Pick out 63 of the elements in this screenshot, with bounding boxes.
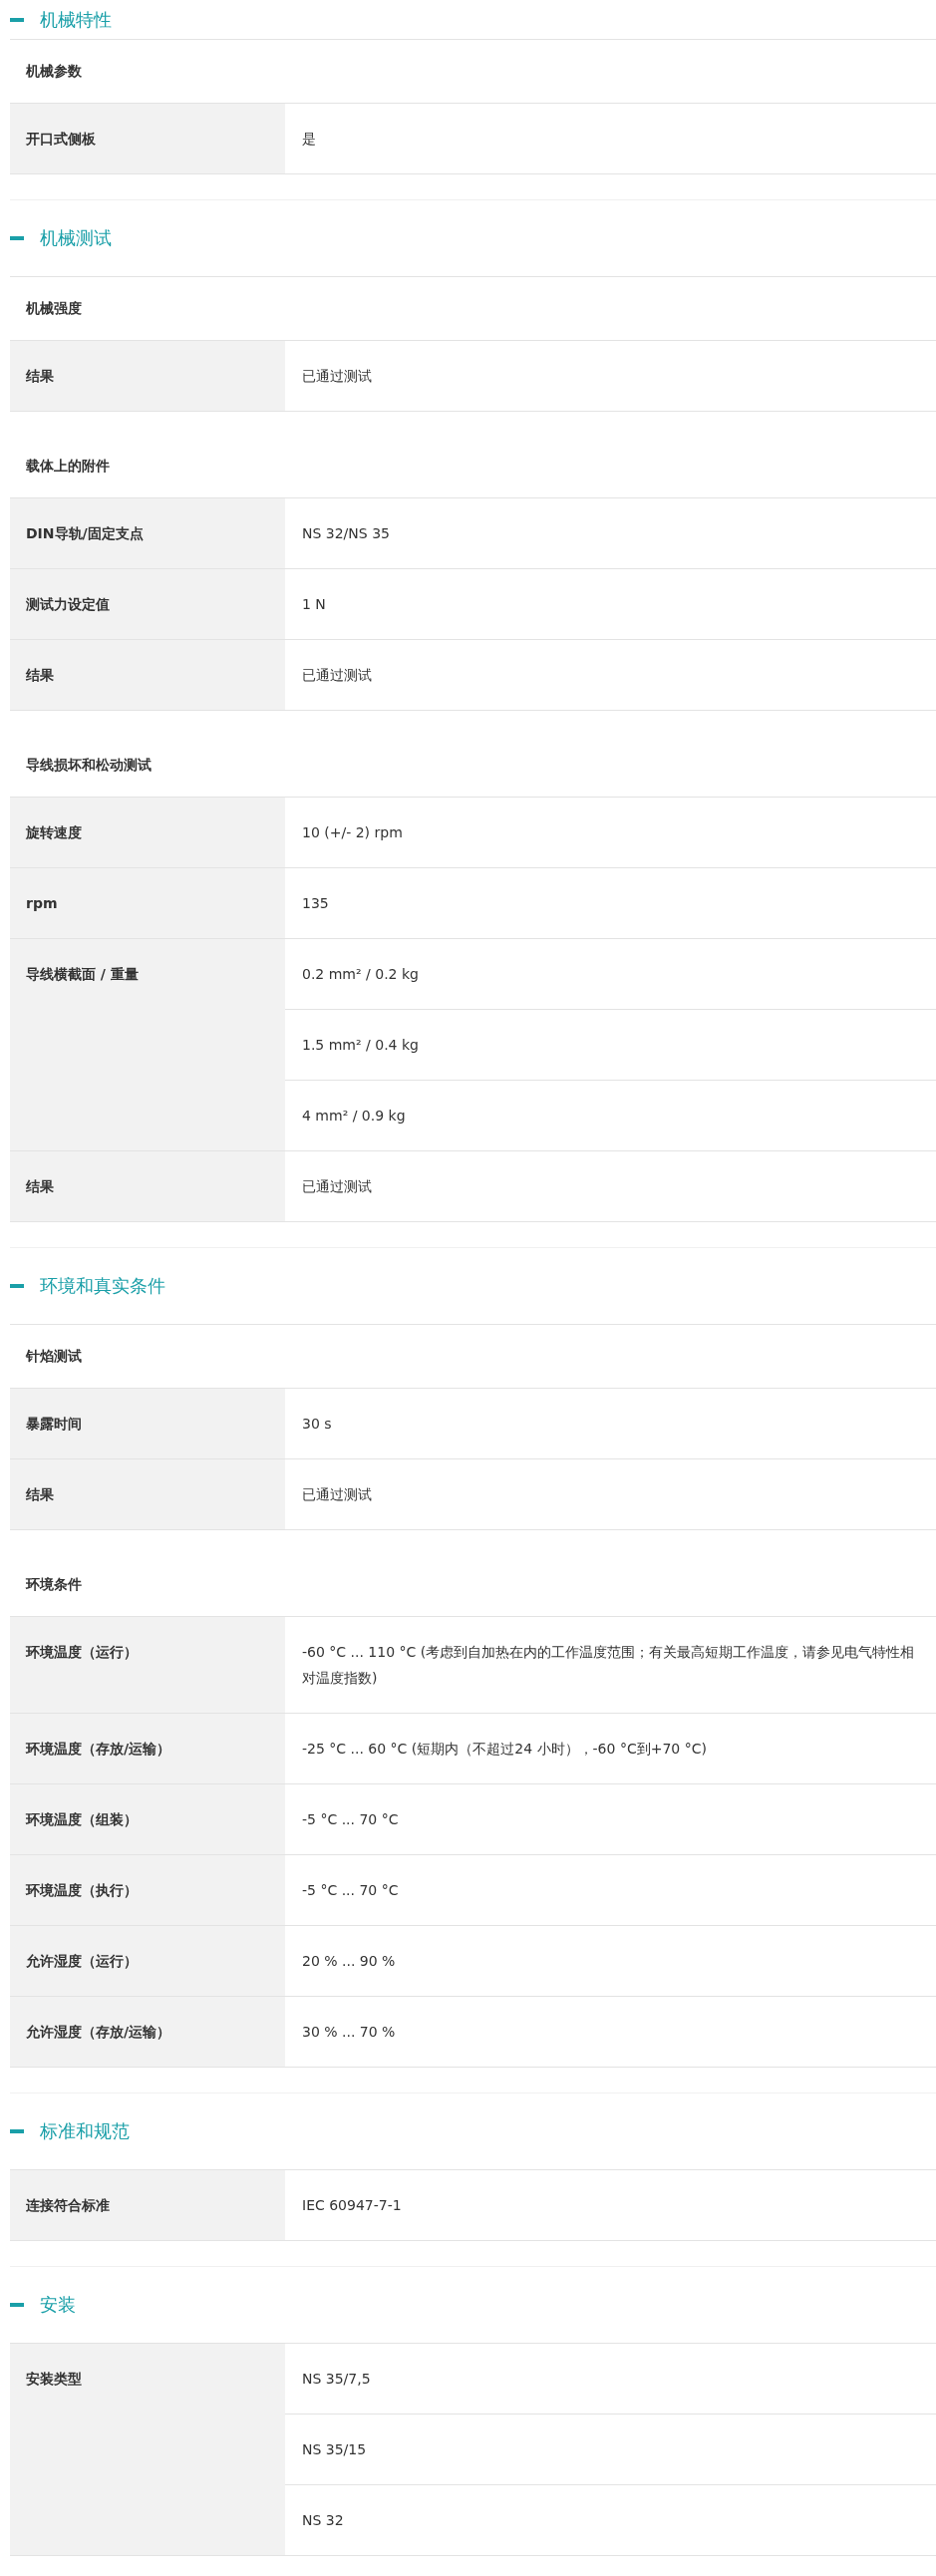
collapse-toggle[interactable]	[10, 17, 24, 22]
label-cell: 环境温度（运行）	[10, 1617, 285, 1713]
label-cell: 测试力设定值	[10, 569, 285, 639]
value-cell-text: -5 °C ... 70 °C	[301, 1881, 400, 1900]
value-cell-text: 1 N	[301, 595, 327, 614]
value-cell: 1.5 mm² / 0.4 kg	[285, 1009, 936, 1080]
value-cell: NS 35/15	[285, 2414, 936, 2484]
minus-icon	[10, 2303, 24, 2307]
label-cell: 允许湿度（运行）	[10, 1926, 285, 1996]
value-cell-text: IEC 60947-7-1	[301, 2196, 403, 2215]
value-cell-text: 20 % ... 90 %	[301, 1952, 397, 1971]
value-cell-text: 30 % ... 70 %	[301, 2023, 397, 2042]
label-cell: 旋转速度	[10, 798, 285, 867]
value-cell-text: NS 32/NS 35	[301, 524, 391, 543]
value-cell-text: -25 °C ... 60 °C (短期内（不超过24 小时），-60 °C到+70 °C)	[301, 1740, 708, 1759]
minus-icon	[10, 1284, 24, 1288]
value-cell-text: -5 °C ... 70 °C	[301, 1810, 400, 1829]
section-title[interactable]: 机械测试	[40, 226, 112, 250]
collapse-toggle[interactable]	[10, 1284, 24, 1288]
minus-icon	[10, 2129, 24, 2133]
value-cell-text: -60 °C ... 110 °C (考虑到自加热在内的工作温度范围；有关最高短期工作温度，请参见电气特性相对温度指数)	[301, 1643, 916, 1688]
section-title[interactable]: 环境和真实条件	[40, 1274, 165, 1298]
section-title[interactable]: 机械特性	[40, 7, 112, 32]
label-cell: 结果	[10, 341, 285, 411]
label-cell: 环境温度（执行）	[10, 1855, 285, 1925]
section-title[interactable]: 标准和规范	[40, 2119, 130, 2143]
label-cell: 结果	[10, 640, 285, 710]
section-title[interactable]: 安装	[40, 2293, 76, 2317]
label-cell: 暴露时间	[10, 1389, 285, 1458]
value-cell-text: NS 35/7,5	[301, 2370, 372, 2389]
group-heading: 载体上的附件	[26, 457, 110, 476]
minus-icon	[10, 236, 24, 240]
value-cell-text: 10 (+/- 2) rpm	[301, 823, 404, 842]
value-cell-text: 已通过测试	[301, 367, 373, 386]
collapse-toggle[interactable]	[10, 236, 24, 240]
value-cell-text: 已通过测试	[301, 1485, 373, 1504]
value-cell-text: 0.2 mm² / 0.2 kg	[301, 965, 420, 984]
label-cell: rpm	[10, 868, 285, 938]
value-cell-text: 已通过测试	[301, 1177, 373, 1196]
value-cell: NS 32	[285, 2484, 936, 2555]
group-heading: 环境条件	[26, 1575, 82, 1594]
label-cell: 环境温度（存放/运输）	[10, 1714, 285, 1783]
value-cell-text: 30 s	[301, 1415, 333, 1434]
value-cell-text: 已通过测试	[301, 666, 373, 685]
group-heading: 机械参数	[26, 62, 82, 81]
label-cell: 允许湿度（存放/运输）	[10, 1997, 285, 2067]
value-cell: 4 mm² / 0.9 kg	[285, 1080, 936, 1150]
label-cell: 安装类型	[10, 2344, 285, 2555]
label-cell: 结果	[10, 1459, 285, 1529]
label-cell: DIN导轨/固定支点	[10, 498, 285, 568]
group-heading: 导线损坏和松动测试	[26, 756, 152, 775]
label-cell: 连接符合标准	[10, 2170, 285, 2240]
group-heading: 机械强度	[26, 299, 82, 318]
minus-icon	[10, 17, 24, 22]
label-cell: 结果	[10, 1151, 285, 1221]
group-heading: 针焰测试	[26, 1347, 82, 1366]
value-cell-text: 135	[301, 894, 330, 913]
label-cell: 开口式侧板	[10, 104, 285, 173]
label-cell: 导线横截面 / 重量	[10, 939, 285, 1150]
label-cell: 环境温度（组装）	[10, 1784, 285, 1854]
collapse-toggle[interactable]	[10, 2303, 24, 2307]
collapse-toggle[interactable]	[10, 2129, 24, 2133]
value-cell-text: 是	[301, 130, 317, 149]
